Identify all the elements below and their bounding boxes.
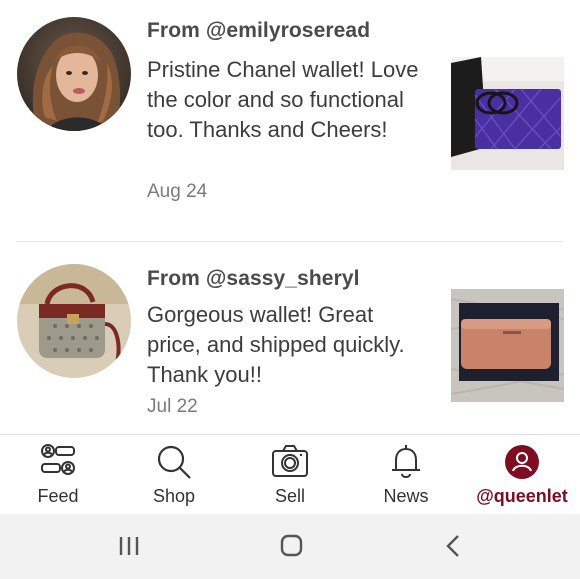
search-icon [157, 445, 191, 479]
tab-label: Sell [274, 486, 305, 506]
review-text: Pristine Chanel wallet! Love the color a… [147, 57, 419, 142]
tab-feed[interactable]: Feed [0, 435, 116, 515]
review-item: From @emilyroseread Pristine Chanel wall… [0, 0, 580, 240]
back-icon[interactable] [434, 528, 474, 564]
listing-thumbnail[interactable] [451, 289, 564, 402]
system-navigation-bar [0, 514, 580, 579]
tab-profile[interactable]: @queenlet [464, 435, 580, 515]
review-from[interactable]: From @sassy_sheryl [147, 267, 360, 291]
home-icon[interactable] [271, 528, 311, 564]
bottom-tab-bar: Feed Shop Sell News @queenlet [0, 434, 580, 515]
tab-label: @queenlet [476, 486, 568, 506]
reviewer-avatar[interactable] [17, 264, 131, 378]
tab-label: Feed [37, 486, 79, 506]
tab-label: News [383, 486, 429, 506]
feed-icon [41, 444, 75, 475]
review-date: Jul 22 [147, 396, 198, 417]
review-text: Gorgeous wallet! Great price, and shippe… [147, 302, 405, 387]
review-item: From @sassy_sheryl Gorgeous wallet! Grea… [0, 242, 580, 434]
tab-news[interactable]: News [348, 435, 464, 515]
tab-shop[interactable]: Shop [116, 435, 232, 515]
review-date: Aug 24 [147, 181, 208, 202]
bell-icon [392, 445, 420, 478]
reviewer-avatar[interactable] [17, 17, 131, 131]
tab-sell[interactable]: Sell [232, 435, 348, 515]
listing-thumbnail[interactable] [451, 57, 564, 170]
profile-icon [505, 445, 539, 479]
tab-label: Shop [152, 486, 196, 506]
camera-icon [272, 445, 308, 477]
review-from[interactable]: From @emilyroseread [147, 19, 370, 43]
recents-icon[interactable] [109, 528, 149, 564]
